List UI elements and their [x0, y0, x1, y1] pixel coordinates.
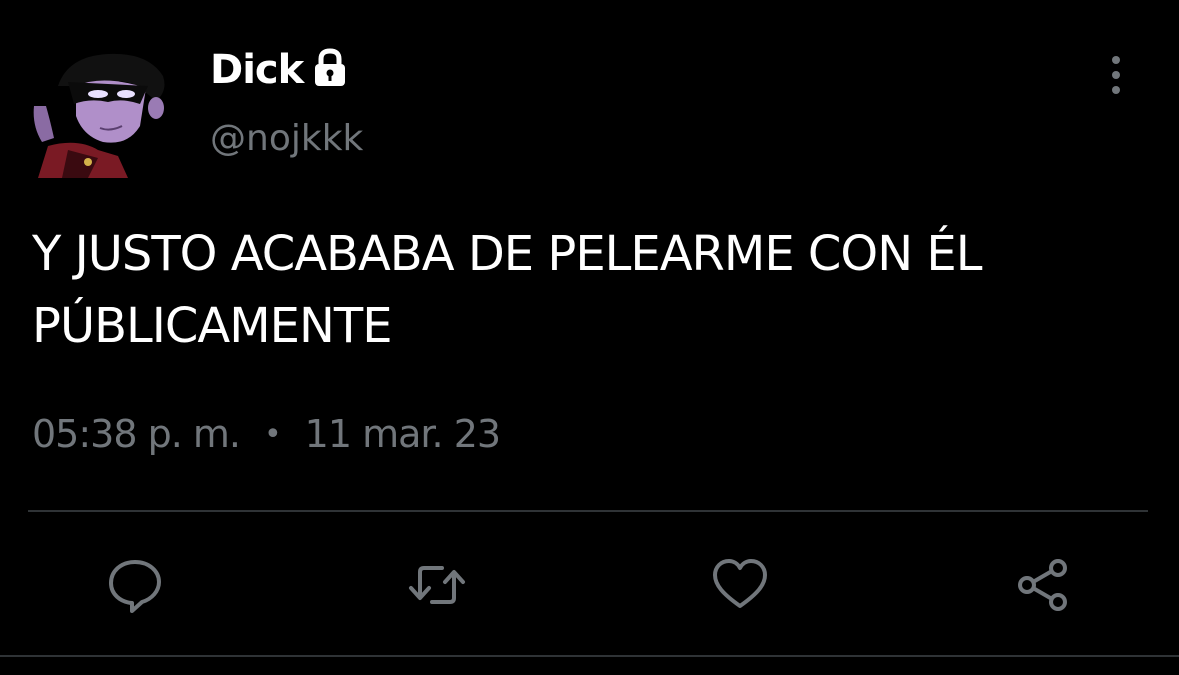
- tweet-timestamp: 05:38 p. m. • 11 mar. 23: [32, 412, 501, 456]
- reply-button[interactable]: [106, 556, 164, 614]
- share-button[interactable]: [1014, 556, 1072, 614]
- user-handle[interactable]: @nojkkk: [210, 118, 363, 159]
- display-name-row: Dick: [210, 44, 349, 96]
- tweet-text: Y JUSTO ACABABA DE PELEARME CON ÉL PÚBLI…: [32, 226, 982, 354]
- tweet-time[interactable]: 05:38 p. m.: [32, 412, 241, 456]
- share-icon: [1018, 559, 1067, 611]
- lock-icon: [311, 48, 349, 88]
- meta-separator: •: [263, 416, 282, 452]
- tweet-date[interactable]: 11 mar. 23: [305, 412, 501, 456]
- reply-icon: [109, 560, 161, 613]
- retweet-button[interactable]: [408, 556, 466, 614]
- divider: [0, 655, 1179, 657]
- heart-icon: [713, 559, 767, 608]
- divider: [28, 510, 1148, 512]
- like-button[interactable]: [711, 556, 769, 614]
- more-vertical-icon: [1112, 56, 1120, 94]
- avatar-image: [28, 46, 178, 178]
- avatar[interactable]: [28, 46, 178, 178]
- display-name[interactable]: Dick: [210, 47, 304, 93]
- retweet-icon: [409, 566, 465, 604]
- more-options-button[interactable]: [1098, 52, 1134, 98]
